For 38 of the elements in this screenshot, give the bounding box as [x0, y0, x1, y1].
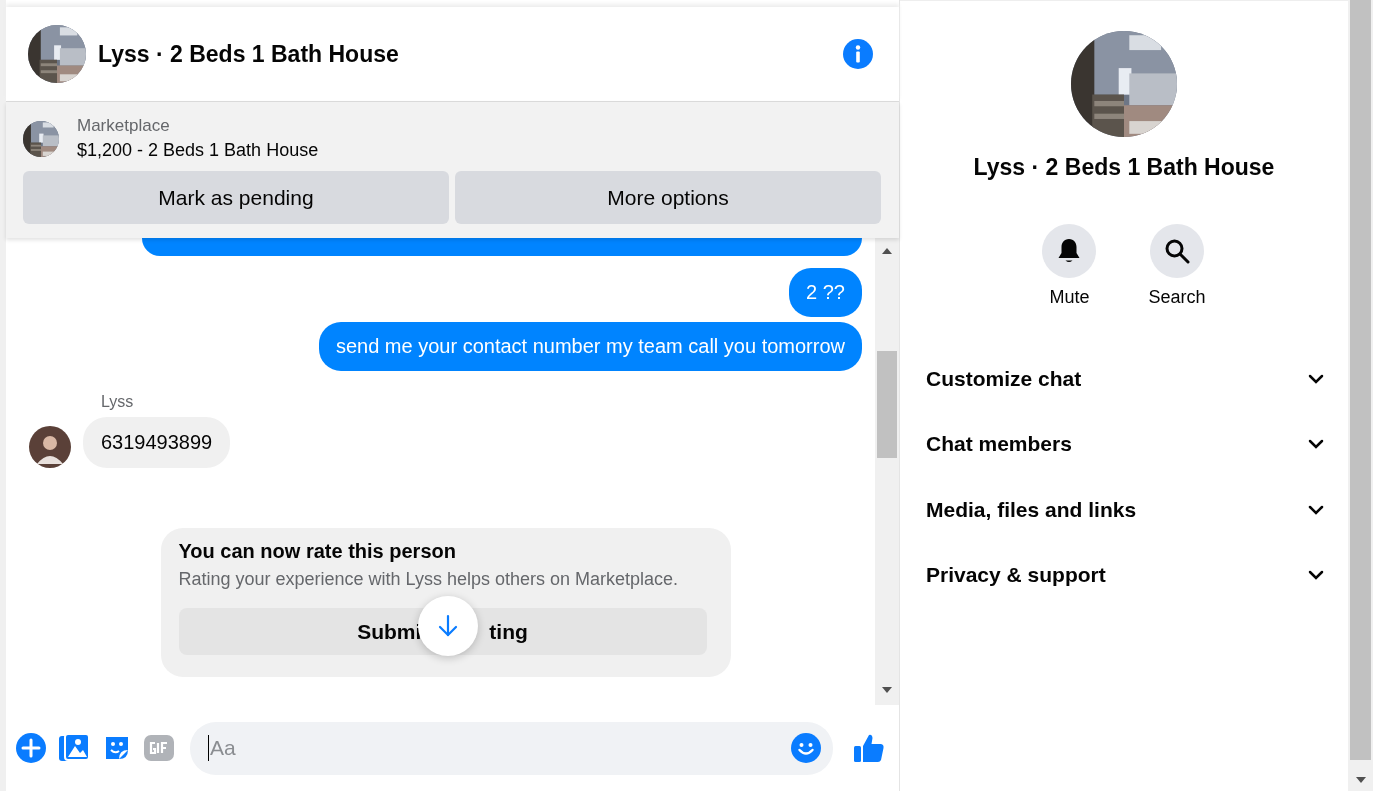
bell-icon	[1057, 238, 1082, 264]
card-text: Rating your experience with Lyss helps others on Marketplace.	[178, 569, 680, 590]
section-header[interactable]: Customize chat	[926, 346, 1324, 412]
avatar-icon	[29, 426, 71, 468]
section-header[interactable]: Chat members	[926, 411, 1324, 477]
section-header[interactable]: Media, files and links	[926, 477, 1324, 543]
page-scrollbar-thumb[interactable]	[1350, 0, 1371, 760]
section-header[interactable]: Privacy & support	[926, 542, 1324, 608]
message-bubble: 2 ??	[789, 268, 862, 317]
card-title: You can now rate this person	[178, 540, 457, 563]
listing-source: Marketplace	[77, 116, 171, 136]
chevron-icon	[1308, 439, 1324, 450]
scrollbar-thumb[interactable]	[877, 351, 897, 458]
message-bubble: send me your contact number my team call you tomorrow	[318, 322, 862, 371]
search-icon	[1164, 238, 1190, 264]
listing-action-button[interactable]: More options	[455, 171, 881, 224]
message-bubble: 6319493899	[83, 417, 231, 468]
listing-action-button[interactable]: Mark as pending	[23, 171, 449, 224]
gif-icon[interactable]	[144, 735, 174, 761]
chat-title: Lyss · 2 Beds 1 Bath House	[98, 40, 400, 68]
sender-name: Lyss	[101, 393, 135, 411]
arrow-down-icon	[436, 614, 459, 638]
chevron-icon	[1308, 504, 1324, 515]
add-icon[interactable]	[16, 733, 46, 763]
submit-rating-button[interactable]: Submi ting	[178, 608, 707, 655]
conversation-title: Lyss · 2 Beds 1 Bath House	[973, 154, 1275, 181]
photo-icon[interactable]	[58, 733, 90, 763]
chevron-icon	[1308, 373, 1324, 384]
scroll-down-arrow-icon[interactable]	[882, 687, 892, 693]
message-input[interactable]: Aa	[208, 735, 791, 761]
chevron-icon	[1308, 570, 1324, 581]
message-field[interactable]: Aa	[190, 721, 833, 775]
info-icon[interactable]	[843, 39, 873, 69]
scroll-up-arrow-icon[interactable]	[882, 248, 892, 254]
emoji-icon[interactable]	[791, 733, 821, 763]
thumbs-up-icon[interactable]	[853, 732, 885, 764]
scroll-down-arrow-icon[interactable]	[1355, 777, 1366, 783]
listing-title: $1,200 - 2 Beds 1 Bath House	[77, 140, 319, 161]
